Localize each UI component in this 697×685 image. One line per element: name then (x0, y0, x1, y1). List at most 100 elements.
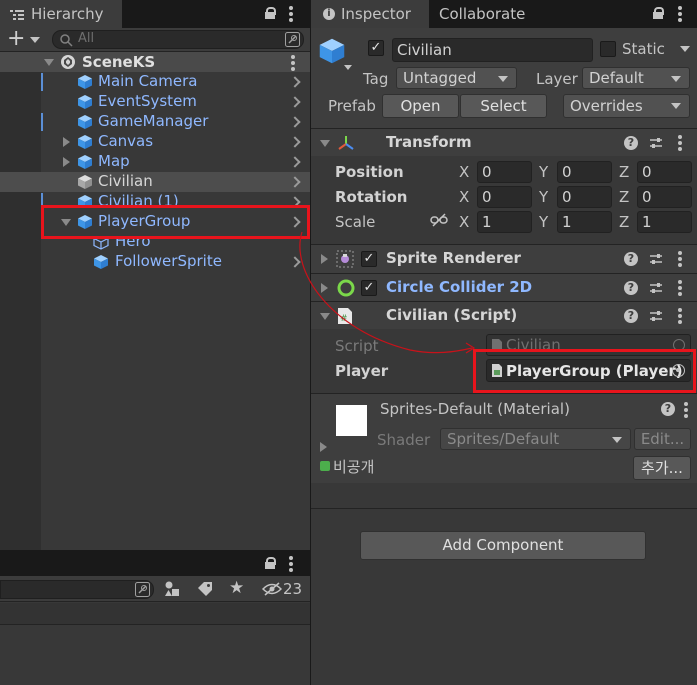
scale-y-field[interactable]: 1 (557, 211, 612, 233)
shader-dropdown[interactable]: Sprites/Default (440, 428, 631, 450)
hierarchy-item-eventsystem[interactable]: EventSystem (43, 92, 310, 112)
circle-collider-menu-icon[interactable] (678, 280, 682, 298)
hierarchy-lock-icon[interactable] (265, 7, 276, 19)
chevron-right-icon[interactable] (289, 176, 301, 188)
project-body-lower (0, 626, 310, 685)
scale-label: Scale (335, 213, 376, 231)
active-checkbox[interactable]: ✓ (368, 40, 384, 56)
hierarchy-item-followersprite[interactable]: FollowerSprite (43, 252, 310, 272)
hierarchy-gutter (0, 72, 41, 550)
hierarchy-search-input[interactable]: All (52, 30, 304, 49)
project-body (0, 603, 310, 625)
position-x-field[interactable]: 0 (477, 161, 532, 183)
search-filter-icon[interactable] (135, 582, 150, 601)
scale-x-label[interactable]: X (459, 213, 469, 231)
chevron-right-icon[interactable] (289, 76, 301, 88)
hierarchy-item-label: Civilian (98, 172, 153, 190)
chevron-right-icon[interactable] (289, 96, 301, 108)
project-search-input[interactable] (0, 580, 154, 599)
help-icon[interactable]: ? (661, 402, 675, 416)
chevron-right-icon[interactable] (289, 156, 301, 168)
hidden-eye-icon[interactable] (261, 582, 283, 600)
material-korean-label: 비공개 (333, 458, 375, 476)
position-x-label[interactable]: X (459, 163, 469, 181)
material-menu-icon[interactable] (684, 402, 688, 420)
prefab-cube-icon (78, 75, 92, 89)
help-icon[interactable]: ? (624, 281, 638, 295)
prefab-cube-icon (78, 95, 92, 109)
hierarchy-item-canvas[interactable]: Canvas (43, 132, 310, 152)
scene-foldout-icon[interactable] (44, 59, 54, 66)
rotation-z-field[interactable]: 0 (637, 186, 692, 208)
material-foldout-icon[interactable] (320, 442, 327, 452)
constrain-proportions-icon[interactable] (430, 213, 448, 227)
hierarchy-item-map[interactable]: Map (43, 152, 310, 172)
filter-by-label-icon[interactable] (197, 581, 213, 601)
object-name-field[interactable]: Civilian (392, 38, 593, 62)
tab-collaborate[interactable]: Collaborate (429, 0, 539, 28)
search-placeholder: All (78, 31, 95, 46)
sprite-renderer-menu-icon[interactable] (678, 251, 682, 269)
help-icon[interactable]: ? (624, 309, 638, 323)
prefab-open-button[interactable]: Open (382, 94, 459, 118)
static-checkbox[interactable] (600, 41, 616, 57)
transform-foldout-icon[interactable] (320, 140, 330, 147)
help-icon[interactable]: ? (624, 136, 638, 150)
favorite-star-icon[interactable]: ★ (229, 578, 244, 598)
shader-edit-button[interactable]: Edit... (634, 428, 691, 450)
project-lock-icon[interactable] (265, 557, 276, 569)
rotation-x-field[interactable]: 0 (477, 186, 532, 208)
presets-icon[interactable] (649, 281, 663, 295)
rotation-y-label[interactable]: Y (539, 188, 548, 206)
material-add-button[interactable]: 추가... (633, 456, 691, 480)
filter-by-type-icon[interactable] (164, 581, 180, 601)
prefab-overrides-dropdown[interactable]: Overrides (563, 94, 690, 118)
static-dropdown-icon[interactable] (680, 46, 690, 52)
prefab-select-button[interactable]: Select (460, 94, 547, 118)
presets-icon[interactable] (649, 252, 663, 266)
create-dropdown-icon[interactable] (30, 37, 40, 43)
rotation-z-label[interactable]: Z (619, 188, 629, 206)
material-preview (336, 405, 367, 436)
hierarchy-item-civilian-1[interactable]: Civilian (1) (43, 192, 310, 206)
hierarchy-item-gamemanager[interactable]: GameManager (43, 112, 310, 132)
create-button[interactable]: + (7, 26, 25, 51)
help-icon[interactable]: ? (624, 252, 638, 266)
inspector-lock-icon[interactable] (653, 7, 664, 19)
scale-z-label[interactable]: Z (619, 213, 629, 231)
position-y-label[interactable]: Y (539, 163, 548, 181)
transform-header[interactable]: Transform ? (311, 128, 697, 156)
tag-dropdown[interactable]: Untagged (396, 67, 517, 89)
transform-title: Transform (386, 133, 472, 151)
foldout-icon[interactable] (63, 137, 70, 147)
presets-icon[interactable] (649, 136, 663, 150)
inspector-menu-icon[interactable] (678, 6, 682, 24)
scene-menu-icon[interactable] (291, 55, 295, 73)
layer-dropdown[interactable]: Default (582, 67, 690, 89)
position-z-field[interactable]: 0 (637, 161, 692, 183)
scale-y-label[interactable]: Y (539, 213, 548, 231)
icon-dropdown-icon[interactable] (344, 65, 352, 70)
tab-inspector[interactable]: i Inspector (311, 0, 429, 28)
add-component-button[interactable]: Add Component (360, 531, 646, 560)
rotation-x-label[interactable]: X (459, 188, 469, 206)
position-z-label[interactable]: Z (619, 163, 629, 181)
hierarchy-item-label: Map (98, 152, 130, 170)
chevron-right-icon[interactable] (289, 136, 301, 148)
tab-collaborate-label: Collaborate (439, 5, 526, 23)
civilian-script-menu-icon[interactable] (678, 308, 682, 326)
project-menu-icon[interactable] (289, 556, 293, 574)
tab-hierarchy[interactable]: Hierarchy (0, 0, 122, 28)
position-y-field[interactable]: 0 (557, 161, 612, 183)
presets-icon[interactable] (649, 309, 663, 323)
hierarchy-menu-icon[interactable] (289, 6, 293, 24)
rotation-y-field[interactable]: 0 (557, 186, 612, 208)
transform-menu-icon[interactable] (678, 135, 682, 153)
foldout-icon[interactable] (63, 157, 70, 167)
hierarchy-item-main-camera[interactable]: Main Camera (43, 72, 310, 92)
search-filter-icon[interactable] (285, 32, 300, 51)
scene-row[interactable]: SceneKS (0, 52, 310, 72)
scale-z-field[interactable]: 1 (637, 211, 692, 233)
hierarchy-item-civilian[interactable]: Civilian (0, 172, 310, 192)
chevron-right-icon[interactable] (289, 116, 301, 128)
